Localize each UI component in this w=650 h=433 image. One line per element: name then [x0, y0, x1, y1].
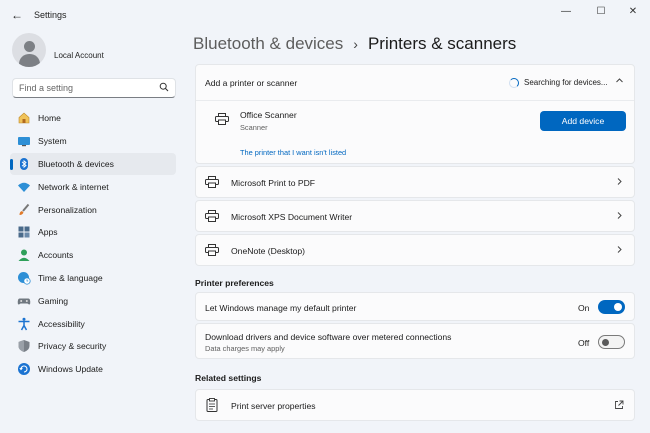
- printer-name: Microsoft XPS Document Writer: [231, 212, 353, 222]
- printer-not-listed-link[interactable]: The printer that I want isn't listed: [240, 148, 346, 157]
- maximize-button[interactable]: ☐: [587, 4, 615, 20]
- sidebar-item-label: Time & language: [38, 272, 103, 283]
- metered-downloads-label: Download drivers and device software ove…: [205, 332, 452, 342]
- toggle-state: On: [578, 303, 590, 313]
- sidebar-nav: Home System Bluetooth & devices Network …: [10, 107, 176, 381]
- avatar: [12, 33, 46, 67]
- sidebar-item-bluetooth[interactable]: Bluetooth & devices: [10, 152, 176, 176]
- printer-row[interactable]: OneNote (Desktop): [195, 234, 635, 266]
- search-input[interactable]: [19, 81, 159, 95]
- device-name: Office Scanner: [240, 110, 297, 120]
- metered-downloads-row: Download drivers and device software ove…: [195, 323, 635, 359]
- sidebar-item-system[interactable]: System: [10, 130, 176, 153]
- shield-icon: [17, 339, 31, 353]
- printer-icon: [205, 210, 219, 222]
- sidebar-item-network[interactable]: Network & internet: [10, 175, 176, 198]
- toggle-state: Off: [578, 338, 590, 348]
- sidebar-item-gaming[interactable]: Gaming: [10, 289, 176, 312]
- metered-downloads-sub: Data charges may apply: [205, 344, 285, 353]
- add-device-button[interactable]: Add device: [540, 111, 626, 131]
- minimize-button[interactable]: —: [552, 4, 580, 20]
- loading-spinner-icon: [509, 78, 519, 88]
- title-bar: ← Settings — ☐ ✕: [0, 0, 650, 30]
- section-title-related-settings: Related settings: [195, 373, 262, 383]
- sidebar-item-label: Gaming: [38, 295, 69, 306]
- breadcrumb-parent[interactable]: Bluetooth & devices: [193, 34, 343, 54]
- search-box[interactable]: [12, 78, 176, 98]
- sidebar-item-label: Bluetooth & devices: [38, 158, 114, 169]
- sidebar-item-label: System: [38, 136, 67, 147]
- close-button[interactable]: ✕: [619, 4, 647, 20]
- sidebar-item-label: Network & internet: [38, 181, 109, 192]
- system-icon: [17, 134, 31, 148]
- section-title-printer-preferences: Printer preferences: [195, 278, 274, 288]
- chevron-up-icon[interactable]: [615, 76, 624, 88]
- default-printer-label: Let Windows manage my default printer: [205, 303, 357, 313]
- sidebar-item-personalization[interactable]: Personalization: [10, 198, 176, 221]
- bluetooth-icon: [17, 157, 31, 171]
- add-printer-title: Add a printer or scanner: [205, 78, 298, 88]
- sidebar-item-label: Apps: [38, 227, 58, 238]
- sidebar-item-label: Accounts: [38, 250, 74, 261]
- profile[interactable]: Local Account: [12, 33, 172, 69]
- back-arrow-icon[interactable]: ←: [8, 7, 26, 23]
- external-link-icon[interactable]: [614, 400, 624, 413]
- printer-icon: [205, 244, 219, 256]
- search-status: Searching for devices...: [524, 78, 608, 87]
- chevron-right-icon: ›: [353, 36, 358, 52]
- sidebar-item-accounts[interactable]: Accounts: [10, 244, 176, 267]
- sidebar-item-privacy[interactable]: Privacy & security: [10, 335, 176, 358]
- accessibility-icon: [17, 317, 31, 331]
- device-type: Scanner: [240, 123, 268, 132]
- chevron-right-icon: [615, 245, 624, 257]
- sidebar-item-label: Personalization: [38, 204, 97, 215]
- scanner-icon: [215, 113, 229, 125]
- sidebar-item-label: Accessibility: [38, 318, 85, 329]
- chevron-right-icon: [615, 177, 624, 189]
- printer-row[interactable]: Microsoft Print to PDF: [195, 166, 635, 198]
- print-server-properties-row[interactable]: Print server properties: [195, 389, 635, 421]
- sidebar-item-label: Windows Update: [38, 364, 103, 375]
- account-name: Local Account: [54, 51, 104, 60]
- default-printer-toggle[interactable]: [598, 300, 625, 314]
- sidebar-item-home[interactable]: Home: [10, 107, 176, 130]
- apps-icon: [17, 225, 31, 239]
- app-title: Settings: [34, 10, 67, 20]
- sidebar-item-label: Privacy & security: [38, 341, 107, 352]
- add-printer-card: Add a printer or scanner Searching for d…: [195, 64, 635, 164]
- gamepad-icon: [17, 294, 31, 308]
- clipboard-icon: [206, 398, 220, 412]
- wifi-icon: [17, 180, 31, 194]
- metered-downloads-toggle[interactable]: [598, 335, 625, 349]
- printer-row[interactable]: Microsoft XPS Document Writer: [195, 200, 635, 232]
- default-printer-row: Let Windows manage my default printer On: [195, 292, 635, 321]
- sidebar-item-time-language[interactable]: Time & language: [10, 267, 176, 290]
- add-printer-header[interactable]: Add a printer or scanner Searching for d…: [196, 65, 634, 101]
- home-icon: [17, 111, 31, 125]
- search-icon[interactable]: [159, 82, 169, 95]
- printer-name: OneNote (Desktop): [231, 246, 306, 256]
- page-title: Printers & scanners: [367, 34, 517, 53]
- accounts-icon: [17, 248, 31, 262]
- sidebar-item-label: Home: [38, 113, 61, 124]
- sidebar-item-apps[interactable]: Apps: [10, 221, 176, 244]
- breadcrumb: Bluetooth & devices › Printers & scanner…: [193, 33, 516, 55]
- chevron-right-icon: [615, 211, 624, 223]
- printer-name: Microsoft Print to PDF: [231, 178, 316, 188]
- update-icon: [17, 362, 31, 376]
- sidebar-item-accessibility[interactable]: Accessibility: [10, 312, 176, 335]
- brush-icon: [17, 203, 31, 217]
- sidebar-item-windows-update[interactable]: Windows Update: [10, 358, 176, 381]
- globe-clock-icon: [17, 271, 31, 285]
- printer-icon: [205, 176, 219, 188]
- print-server-properties-label: Print server properties: [231, 401, 316, 411]
